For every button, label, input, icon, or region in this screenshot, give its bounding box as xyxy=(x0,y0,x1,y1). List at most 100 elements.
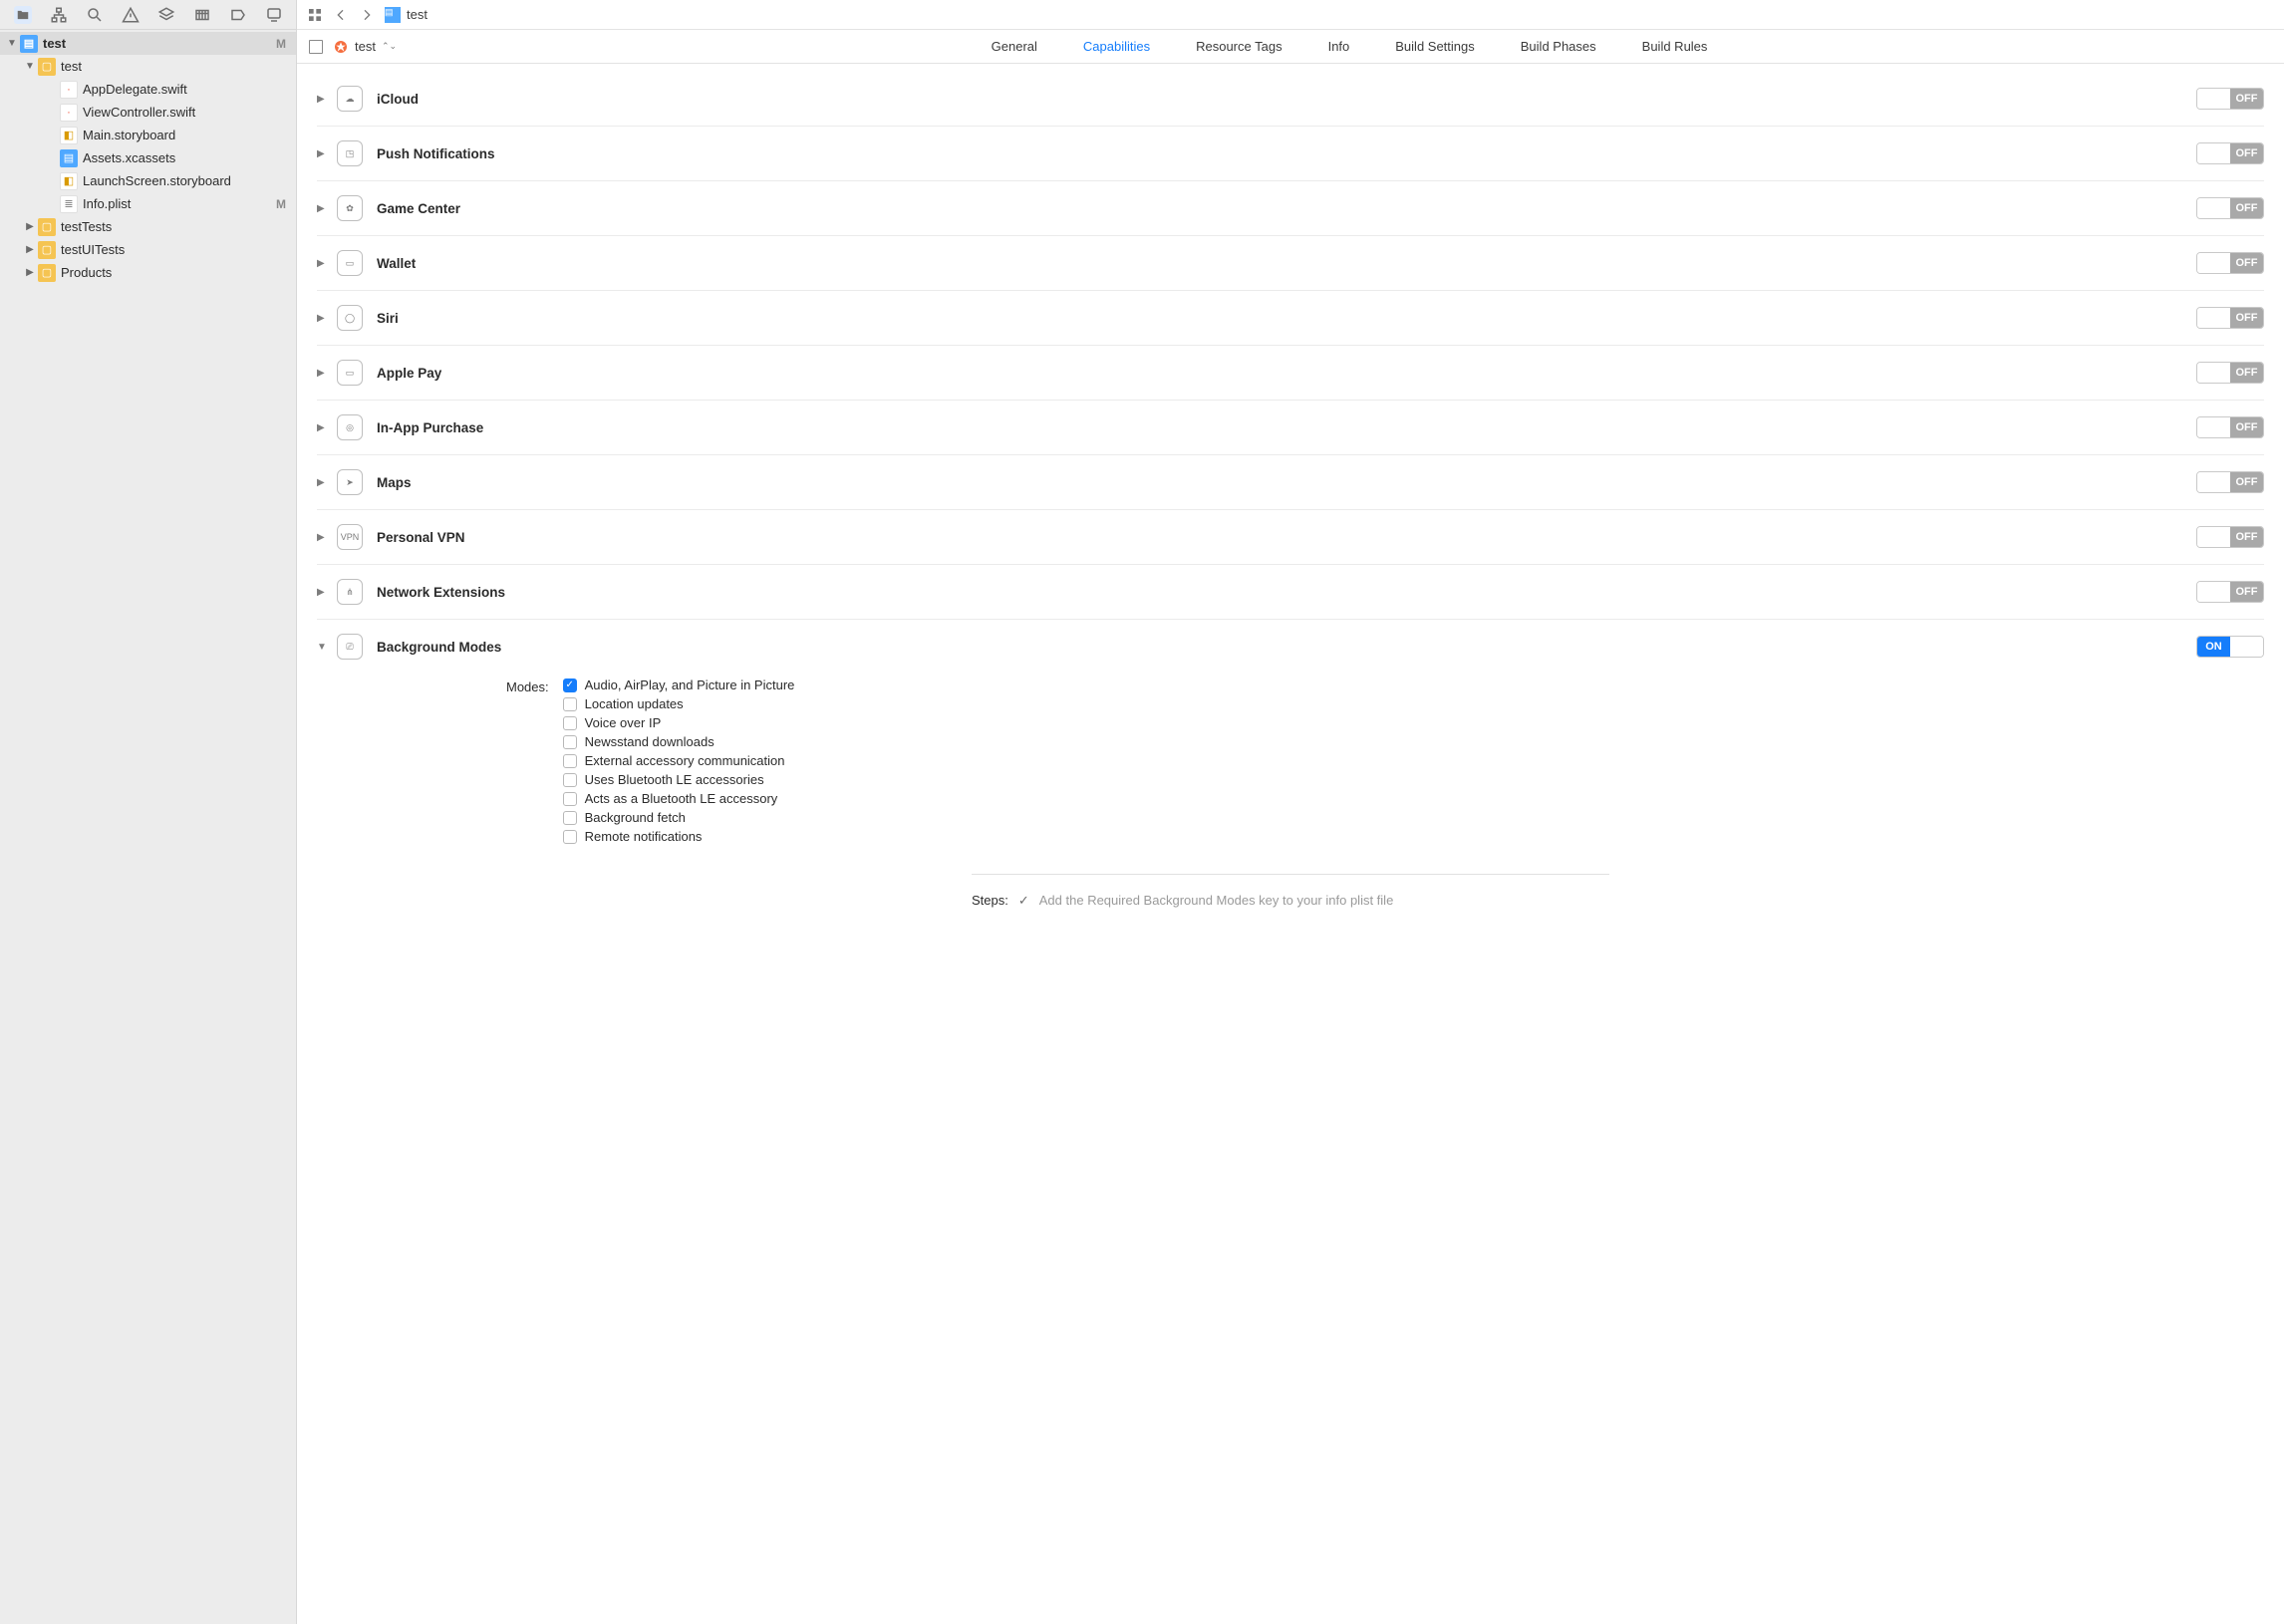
capability-toggle[interactable]: OFF xyxy=(2196,252,2264,274)
cloud-icon: ☁ xyxy=(337,86,363,112)
capability-toggle[interactable]: OFF xyxy=(2196,471,2264,493)
disclosure-icon[interactable]: ▶ xyxy=(317,203,331,214)
disclosure-icon[interactable]: ▶ xyxy=(317,94,331,105)
folder-icon: ▢ xyxy=(38,264,56,282)
disclosure-icon[interactable]: ▼ xyxy=(24,61,36,72)
tree-item[interactable]: ·ViewController.swift xyxy=(0,101,296,124)
disclosure-icon[interactable]: ▶ xyxy=(24,221,36,232)
related-items-icon[interactable] xyxy=(307,7,323,23)
capability-name: Personal VPN xyxy=(377,530,2196,545)
tests-nav-icon[interactable] xyxy=(157,6,175,24)
tab-resource-tags[interactable]: Resource Tags xyxy=(1196,39,1282,54)
checkbox[interactable] xyxy=(563,773,577,787)
mode-item[interactable]: Uses Bluetooth LE accessories xyxy=(563,772,795,787)
checkbox[interactable] xyxy=(563,735,577,749)
capability-row-wallet: ▶▭WalletOFF xyxy=(317,236,2264,291)
disclosure-icon[interactable]: ▶ xyxy=(317,477,331,488)
disclosure-icon[interactable]: ▶ xyxy=(317,368,331,379)
tree-item[interactable]: ▶▢testTests xyxy=(0,215,296,238)
tree-item[interactable]: ◧LaunchScreen.storyboard xyxy=(0,169,296,192)
capabilities-panel[interactable]: ▶☁iCloudOFF▶◳Push NotificationsOFF▶✿Game… xyxy=(297,64,2284,1624)
capability-toggle[interactable]: OFF xyxy=(2196,142,2264,164)
capability-toggle[interactable]: OFF xyxy=(2196,88,2264,110)
tree-item[interactable]: ▶▢Products xyxy=(0,261,296,284)
breakpoint-nav-icon[interactable] xyxy=(229,6,247,24)
mode-item[interactable]: Newsstand downloads xyxy=(563,734,795,749)
mode-label: Background fetch xyxy=(585,810,686,825)
netext-icon: ⋔ xyxy=(337,579,363,605)
issues-nav-icon[interactable] xyxy=(122,6,140,24)
mode-label: Acts as a Bluetooth LE accessory xyxy=(585,791,778,806)
tree-item-label: Assets.xcassets xyxy=(83,150,286,165)
capability-row-push-notifications: ▶◳Push NotificationsOFF xyxy=(317,127,2264,181)
tab-info[interactable]: Info xyxy=(1328,39,1350,54)
disclosure-icon[interactable]: ▶ xyxy=(317,258,331,269)
mode-item[interactable]: Remote notifications xyxy=(563,829,795,844)
tree-item[interactable]: ≣Info.plistM xyxy=(0,192,296,215)
game-icon: ✿ xyxy=(337,195,363,221)
tab-build-settings[interactable]: Build Settings xyxy=(1395,39,1475,54)
capability-toggle[interactable]: OFF xyxy=(2196,197,2264,219)
disclosure-icon[interactable]: ▶ xyxy=(317,422,331,433)
tab-general[interactable]: General xyxy=(992,39,1037,54)
chevron-updown-icon: ⌃⌄ xyxy=(382,41,397,52)
checkbox[interactable] xyxy=(563,716,577,730)
disclosure-icon[interactable]: ▼ xyxy=(6,38,18,49)
mode-item[interactable]: External accessory communication xyxy=(563,753,795,768)
back-icon[interactable] xyxy=(333,7,349,23)
disclosure-icon[interactable]: ▼ xyxy=(317,642,331,653)
mode-item[interactable]: Acts as a Bluetooth LE accessory xyxy=(563,791,795,806)
forward-icon[interactable] xyxy=(359,7,375,23)
capability-toggle[interactable]: ON xyxy=(2196,636,2264,658)
checkbox[interactable] xyxy=(563,792,577,806)
tab-capabilities[interactable]: Capabilities xyxy=(1083,39,1150,54)
capability-toggle[interactable]: OFF xyxy=(2196,362,2264,384)
log-nav-icon[interactable] xyxy=(265,6,283,24)
folder-nav-icon[interactable] xyxy=(14,6,32,24)
capability-toggle[interactable]: OFF xyxy=(2196,307,2264,329)
tree-item[interactable]: ▼▢test xyxy=(0,55,296,78)
checkbox[interactable] xyxy=(563,811,577,825)
jump-bar: ▤ test xyxy=(297,0,2284,30)
capability-toggle[interactable]: OFF xyxy=(2196,581,2264,603)
tab-build-rules[interactable]: Build Rules xyxy=(1642,39,1708,54)
checkbox[interactable] xyxy=(563,754,577,768)
toggle-off-half: OFF xyxy=(2230,198,2263,218)
disclosure-icon[interactable]: ▶ xyxy=(317,587,331,598)
toggle-on-half xyxy=(2197,89,2230,109)
toggle-off-half: OFF xyxy=(2230,527,2263,547)
capability-row-game-center: ▶✿Game CenterOFF xyxy=(317,181,2264,236)
jump-bar-crumb[interactable]: ▤ test xyxy=(385,7,428,23)
modes-list: ✓Audio, AirPlay, and Picture in Picture L… xyxy=(563,677,795,844)
target-list-toggle[interactable] xyxy=(309,40,323,54)
tree-item[interactable]: ▶▢testUITests xyxy=(0,238,296,261)
hierarchy-nav-icon[interactable] xyxy=(50,6,68,24)
debug-nav-icon[interactable] xyxy=(193,6,211,24)
tree-item[interactable]: ◧Main.storyboard xyxy=(0,124,296,146)
tab-build-phases[interactable]: Build Phases xyxy=(1521,39,1596,54)
checkbox[interactable] xyxy=(563,697,577,711)
mode-label: External accessory communication xyxy=(585,753,785,768)
tree-item[interactable]: ·AppDelegate.swift xyxy=(0,78,296,101)
editor-area: ▤ test test ⌃⌄ General Capabilities Resour… xyxy=(297,0,2284,1624)
checkbox[interactable]: ✓ xyxy=(563,678,577,692)
mode-item[interactable]: ✓Audio, AirPlay, and Picture in Picture xyxy=(563,677,795,692)
tree-item[interactable]: ▤Assets.xcassets xyxy=(0,146,296,169)
capability-toggle[interactable]: OFF xyxy=(2196,416,2264,438)
mode-item[interactable]: Background fetch xyxy=(563,810,795,825)
mode-item[interactable]: Location updates xyxy=(563,696,795,711)
target-selector[interactable]: test ⌃⌄ xyxy=(333,39,397,55)
mode-label: Uses Bluetooth LE accessories xyxy=(585,772,764,787)
disclosure-icon[interactable]: ▶ xyxy=(317,148,331,159)
checkbox[interactable] xyxy=(563,830,577,844)
search-nav-icon[interactable] xyxy=(86,6,104,24)
mode-item[interactable]: Voice over IP xyxy=(563,715,795,730)
disclosure-icon[interactable]: ▶ xyxy=(24,267,36,278)
disclosure-icon[interactable]: ▶ xyxy=(24,244,36,255)
disclosure-icon[interactable]: ▶ xyxy=(317,313,331,324)
disclosure-icon[interactable]: ▶ xyxy=(317,532,331,543)
capability-row-in-app-purchase: ▶◎In-App PurchaseOFF xyxy=(317,401,2264,455)
file-tree: ▼ ▤ test M ▼▢test·AppDelegate.swift·View… xyxy=(0,30,296,1624)
tree-root[interactable]: ▼ ▤ test M xyxy=(0,32,296,55)
capability-toggle[interactable]: OFF xyxy=(2196,526,2264,548)
